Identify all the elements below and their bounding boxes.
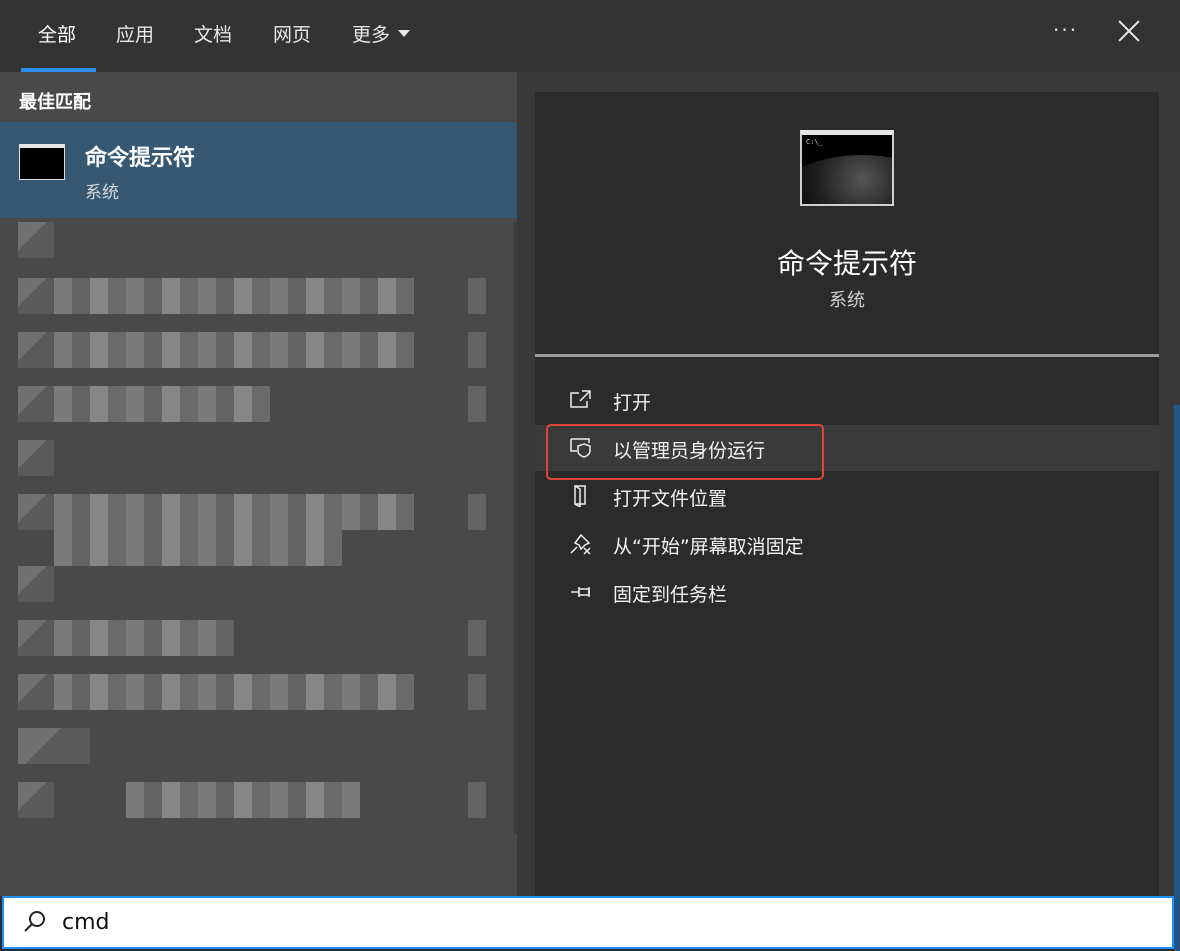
preview-title: 命令提示符 (776, 247, 917, 280)
pin-taskbar-icon (571, 587, 590, 597)
preview-subtitle: 系统 (829, 290, 865, 311)
tab-apps[interactable]: 应用 (116, 20, 154, 47)
window-edge-accent (1174, 405, 1180, 951)
action-pin-taskbar-label: 固定到任务栏 (613, 584, 728, 606)
tab-more-label: 更多 (352, 24, 391, 46)
tab-more[interactable]: 更多 (352, 20, 411, 47)
best-match-item[interactable]: 命令提示符 系统 (0, 122, 517, 218)
file-location-icon (574, 485, 586, 507)
chevron-down-icon (398, 30, 411, 37)
preview-panel: C:\_ 命令提示符 系统 打开 以管理员身份运行 打开文件位置 从“开始”屏幕… (535, 92, 1159, 896)
open-external-icon (570, 390, 591, 408)
results-panel: 最佳匹配 命令提示符 系统 (0, 72, 517, 896)
best-match-heading: 最佳匹配 (19, 92, 91, 113)
search-icon (24, 911, 45, 932)
tab-web[interactable]: 网页 (273, 20, 311, 47)
search-input[interactable]: cmd (62, 910, 110, 935)
best-match-name: 命令提示符 (85, 146, 196, 171)
action-unpin-start[interactable]: 从“开始”屏幕取消固定 (535, 521, 1159, 567)
action-open-label: 打开 (613, 392, 652, 414)
action-open[interactable]: 打开 (535, 377, 1159, 423)
action-pin-taskbar[interactable]: 固定到任务栏 (535, 569, 1159, 615)
more-options-button[interactable]: ··· (1053, 18, 1078, 42)
action-open-file-location-label: 打开文件位置 (613, 488, 728, 510)
best-match-subtitle: 系统 (85, 183, 119, 203)
highlight-annotation-box (546, 424, 824, 480)
unpin-icon (570, 533, 591, 555)
blurred-results-list (0, 222, 517, 834)
action-unpin-start-label: 从“开始”屏幕取消固定 (613, 536, 804, 558)
preview-divider (535, 354, 1159, 357)
cmd-window-icon (19, 144, 65, 180)
cmd-window-large-icon: C:\_ (800, 130, 894, 206)
top-tab-bar: 全部 应用 文档 网页 更多 ··· (0, 0, 1180, 72)
tab-all[interactable]: 全部 (38, 20, 76, 47)
tab-documents[interactable]: 文档 (194, 20, 232, 47)
close-icon[interactable] (1118, 20, 1140, 42)
search-box[interactable]: cmd (2, 896, 1174, 949)
